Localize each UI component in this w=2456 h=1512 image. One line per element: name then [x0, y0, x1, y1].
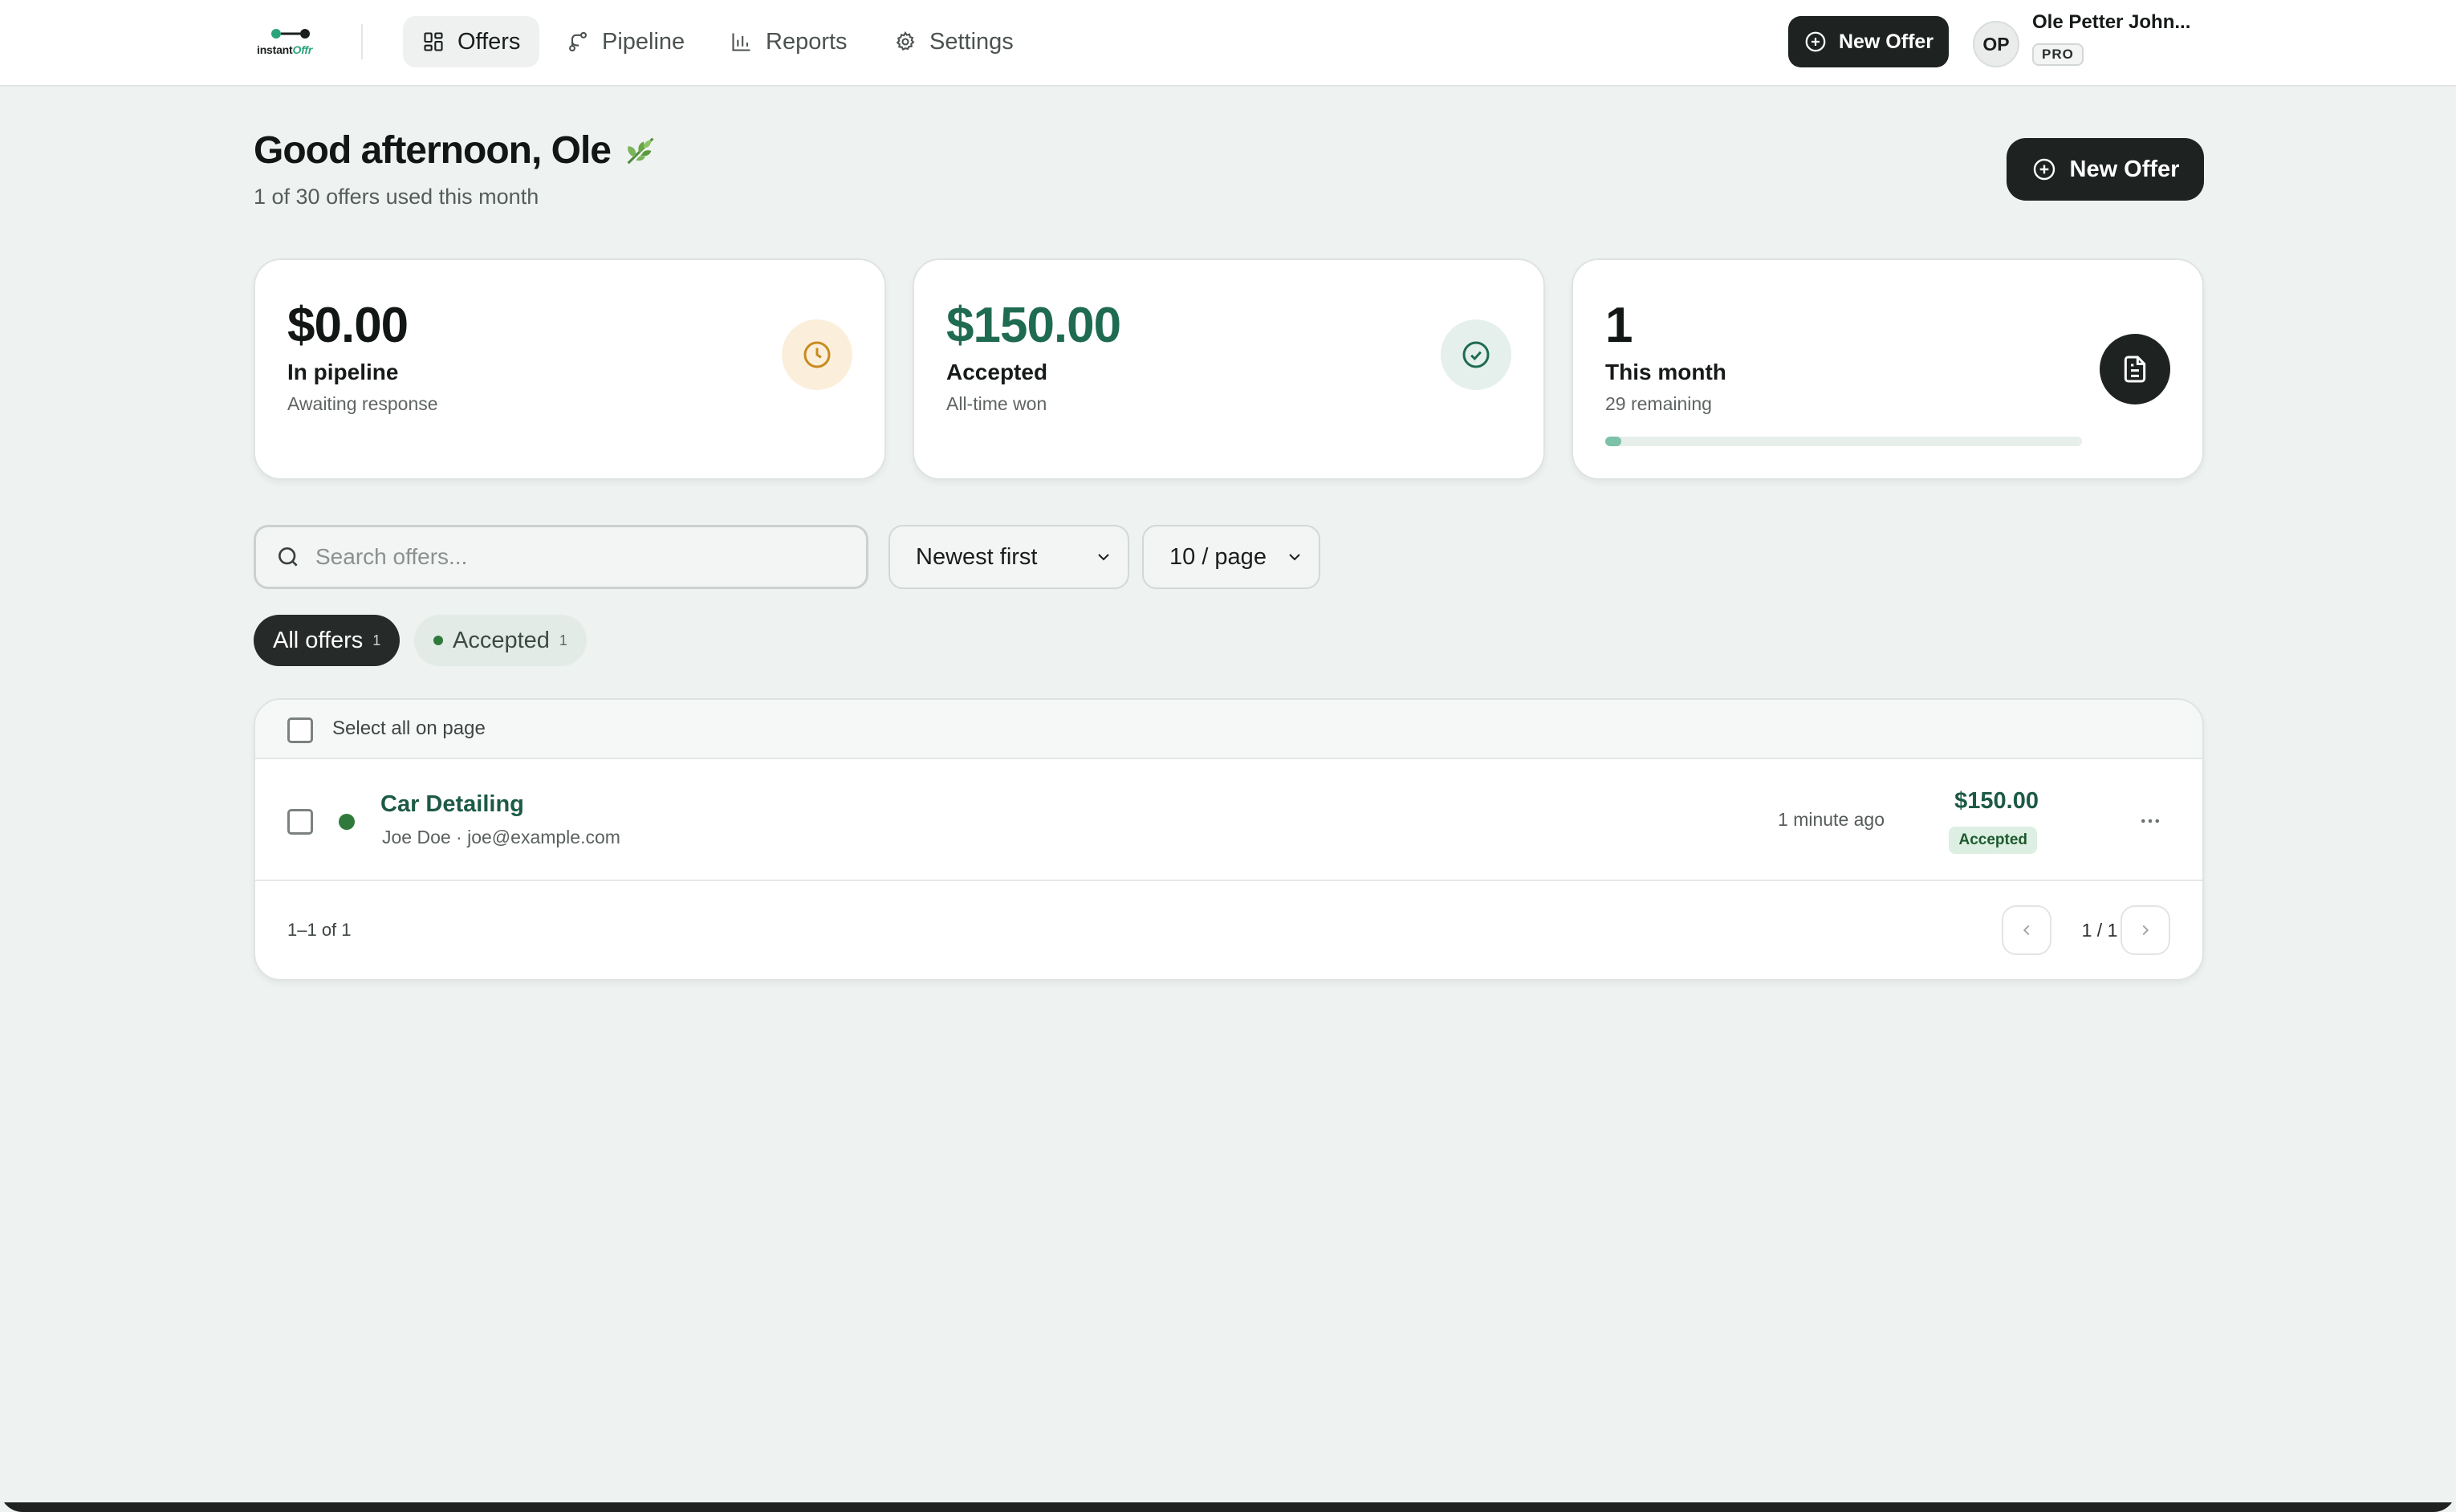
branch-icon: [569, 31, 587, 52]
select-all-label: Select all on page: [332, 717, 486, 739]
top-navigation: instantOffr Offers Pipeline Reports Sett…: [0, 0, 2456, 87]
greeting-text: Good afternoon, Ole: [254, 129, 612, 172]
status-dot: [433, 636, 443, 645]
page-size-select[interactable]: 10 / page: [1142, 525, 1320, 589]
select-all-checkbox[interactable]: [287, 717, 313, 743]
button-label: New Offer: [2069, 156, 2180, 182]
more-horizontal-icon: [2141, 819, 2159, 823]
row-actions-button[interactable]: [2130, 801, 2170, 841]
chevron-left-icon: [2023, 925, 2030, 936]
sort-select[interactable]: Newest first: [888, 525, 1129, 589]
grid-icon: [424, 32, 443, 51]
page-title: Good afternoon, Ole: [254, 128, 659, 173]
avatar[interactable]: OP: [1973, 21, 2019, 67]
stat-sub: Awaiting response: [287, 393, 438, 414]
tab-label: All offers: [273, 627, 364, 653]
document-icon: [2124, 356, 2146, 383]
offer-time: 1 minute ago: [1778, 809, 1885, 830]
logo-text: instantOffr: [257, 43, 313, 56]
stat-card-this-month: 1 This month 29 remaining: [1572, 258, 2204, 480]
usage-progress-fill: [1605, 437, 1621, 446]
stat-label: In pipeline: [287, 360, 399, 384]
row-checkbox[interactable]: [287, 809, 313, 835]
clock-icon: [803, 341, 831, 368]
table-row[interactable]: Car Detailing Joe Doe · joe@example.com …: [255, 761, 2202, 881]
gear-icon: [896, 30, 915, 51]
tab-accepted[interactable]: Accepted 1: [414, 615, 587, 666]
offer-amount: $150.00: [1954, 788, 2039, 814]
stat-value: $0.00: [287, 298, 409, 353]
check-circle-icon: [1462, 341, 1490, 368]
plus-circle-icon: [2033, 158, 2055, 181]
new-offer-button-top[interactable]: New Offer: [1788, 16, 1949, 67]
tab-label: Accepted: [453, 627, 550, 653]
stat-sub: All-time won: [946, 393, 1047, 414]
nav-item-label: Reports: [766, 28, 848, 55]
window-bottom-edge: [0, 1502, 2456, 1512]
table-header: Select all on page: [255, 700, 2202, 759]
tab-count: 1: [372, 632, 381, 648]
search-input[interactable]: [315, 544, 845, 570]
nav-item-reports[interactable]: Reports: [711, 16, 867, 67]
leaf-icon: [627, 137, 654, 164]
stat-card-accepted: $150.00 Accepted All-time won: [913, 258, 1545, 480]
stat-icon: [2100, 334, 2170, 404]
plus-circle-icon: [1805, 31, 1826, 52]
next-page-button[interactable]: [2121, 905, 2170, 955]
stat-icon: [782, 319, 852, 390]
nav-item-label: Pipeline: [602, 28, 685, 55]
status-badge: Accepted: [1949, 827, 2037, 854]
stat-label: This month: [1605, 360, 1726, 384]
search-icon: [279, 547, 298, 567]
pagination-range: 1–1 of 1: [287, 920, 352, 940]
chevron-right-icon: [2142, 925, 2149, 936]
app-window: instantOffr Offers Pipeline Reports Sett…: [0, 0, 2456, 1512]
nav-item-label: Settings: [929, 28, 1014, 55]
nav-item-pipeline[interactable]: Pipeline: [547, 16, 704, 67]
stat-value: 1: [1605, 298, 1633, 353]
chevron-down-icon: [1289, 554, 1300, 561]
offer-title[interactable]: Car Detailing: [380, 791, 524, 818]
button-label: New Offer: [1838, 30, 1934, 53]
prev-page-button[interactable]: [2002, 905, 2051, 955]
logo[interactable]: instantOffr: [257, 24, 321, 59]
stat-value: $150.00: [946, 298, 1121, 353]
chevron-down-icon: [1098, 554, 1109, 561]
new-offer-button[interactable]: New Offer: [2007, 138, 2204, 201]
status-dot: [339, 814, 355, 830]
usage-progress-bar: [1605, 437, 2082, 446]
offer-client: Joe Doe · joe@example.com: [382, 827, 620, 847]
stat-sub: 29 remaining: [1605, 393, 1712, 414]
nav-divider: [361, 24, 363, 59]
usage-text: 1 of 30 offers used this month: [254, 185, 539, 209]
tab-count: 1: [559, 632, 567, 648]
nav-item-offers[interactable]: Offers: [403, 16, 540, 67]
nav-item-settings[interactable]: Settings: [875, 16, 1033, 67]
stat-icon: [1441, 319, 1511, 390]
nav-item-label: Offers: [457, 28, 521, 55]
stat-card-pipeline: $0.00 In pipeline Awaiting response: [254, 258, 886, 480]
offers-table: Select all on page Car Detailing Joe Doe…: [254, 698, 2204, 981]
stat-label: Accepted: [946, 360, 1048, 384]
user-name[interactable]: Ole Petter John...: [2032, 11, 2190, 34]
search-box[interactable]: [254, 525, 868, 589]
tab-all-offers[interactable]: All offers 1: [254, 615, 401, 666]
logo-icon: [271, 29, 310, 39]
bar-chart-icon: [732, 33, 750, 51]
plan-badge: PRO: [2032, 43, 2084, 66]
sort-select-value: Newest first: [916, 543, 1038, 570]
page-size-select-value: 10 / page: [1169, 543, 1267, 570]
